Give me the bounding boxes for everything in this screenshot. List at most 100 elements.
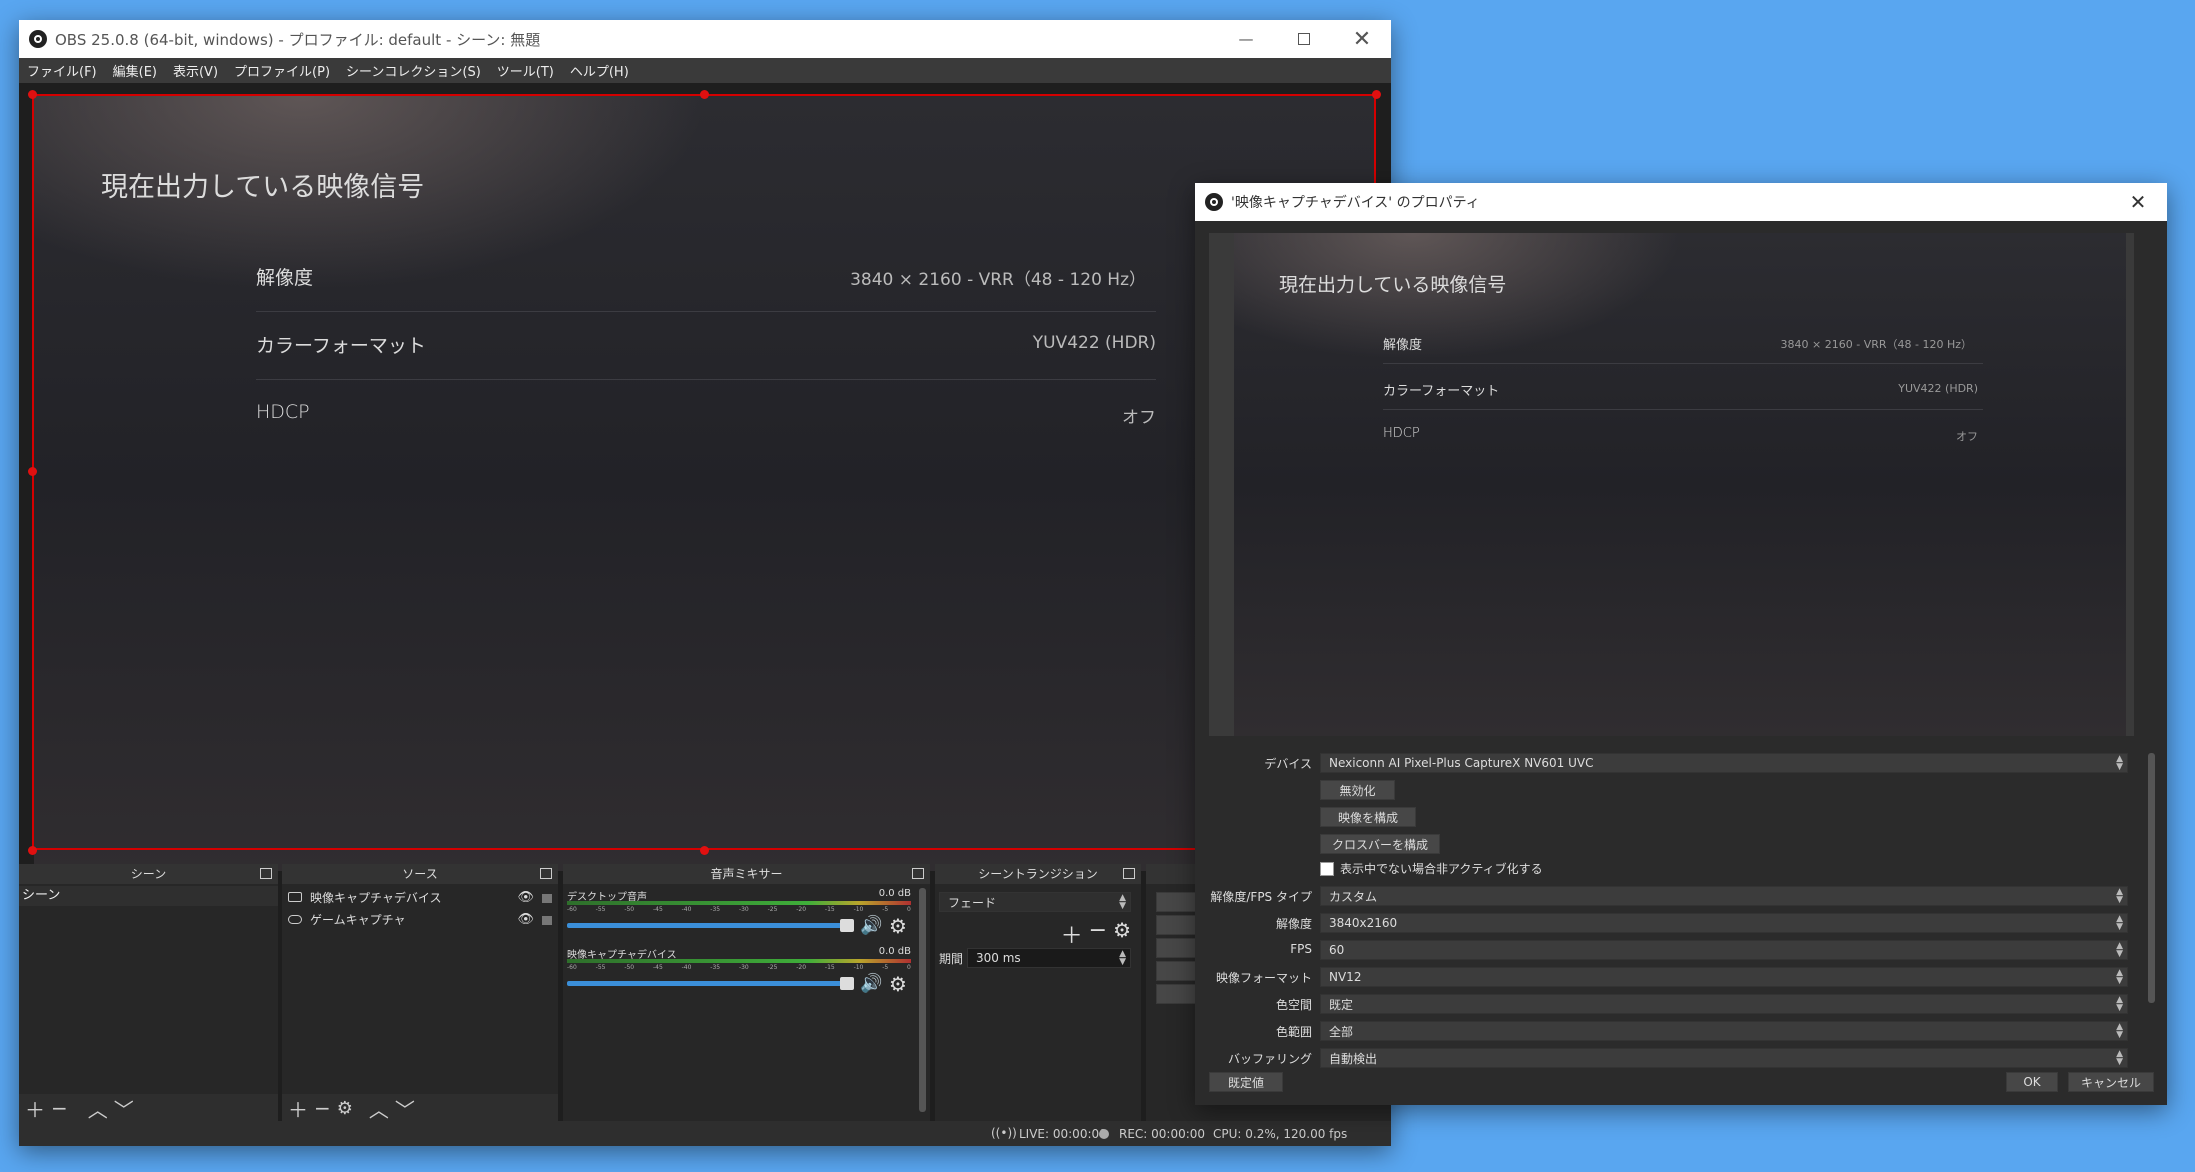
float-dock-icon[interactable] bbox=[540, 868, 552, 879]
source-selection-box[interactable] bbox=[32, 94, 1376, 850]
channel-gear-icon[interactable]: ⚙ bbox=[889, 972, 907, 996]
deactivate-when-hidden-checkbox[interactable]: 表示中でない場合非アクティブ化する bbox=[1320, 860, 1543, 877]
field-select[interactable]: 全部 ▲ ▼ bbox=[1320, 1021, 2128, 1041]
properties-preview: 現在出力している映像信号 解像度 3840 × 2160 - VRR（48 - … bbox=[1234, 233, 2126, 736]
remove-transition-icon[interactable]: − bbox=[1089, 918, 1107, 950]
scale-tick: -20 bbox=[796, 906, 807, 913]
chevron-updown-icon: ▲ ▼ bbox=[1119, 949, 1126, 967]
field-select[interactable]: 自動検出 ▲ ▼ bbox=[1320, 1048, 2128, 1068]
live-status: LIVE: 00:00:00 bbox=[1019, 1127, 1107, 1141]
mixer-scrollbar[interactable] bbox=[919, 888, 926, 1112]
properties-titlebar[interactable]: '映像キャプチャデバイス' のプロパティ ✕ bbox=[1195, 183, 2167, 221]
scale-tick: -20 bbox=[796, 964, 807, 971]
preview-row-value: オフ bbox=[1956, 430, 1978, 443]
defaults-button[interactable]: 既定値 bbox=[1209, 1072, 1283, 1092]
add-transition-icon[interactable]: ＋ bbox=[1061, 918, 1083, 950]
preview-row-value: YUV422 (HDR) bbox=[1898, 382, 1978, 395]
resize-handle[interactable] bbox=[28, 90, 37, 99]
properties-scrollbar[interactable] bbox=[2148, 753, 2155, 1003]
float-dock-icon[interactable] bbox=[260, 868, 272, 879]
field-select[interactable]: NV12 ▲ ▼ bbox=[1320, 967, 2128, 987]
obs-logo-icon bbox=[29, 30, 47, 48]
lock-icon[interactable] bbox=[542, 916, 552, 925]
scale-tick: -45 bbox=[652, 906, 663, 913]
menu-item[interactable]: 表示(V) bbox=[165, 61, 226, 80]
speaker-icon[interactable]: 🔊 bbox=[860, 973, 882, 994]
channel-gear-icon[interactable]: ⚙ bbox=[889, 914, 907, 938]
resize-handle[interactable] bbox=[700, 846, 709, 855]
visibility-eye-icon[interactable]: 👁 bbox=[517, 912, 534, 927]
ok-button[interactable]: OK bbox=[2006, 1072, 2058, 1092]
gamepad-icon bbox=[288, 914, 302, 924]
chevron-updown-icon: ▲ ▼ bbox=[2116, 754, 2123, 772]
scene-list-item[interactable]: シーン bbox=[19, 886, 278, 906]
field-select[interactable]: カスタム ▲ ▼ bbox=[1320, 886, 2128, 906]
obs-titlebar[interactable]: OBS 25.0.8 (64-bit, windows) - プロファイル: d… bbox=[19, 20, 1391, 58]
float-dock-icon[interactable] bbox=[912, 868, 924, 879]
float-dock-icon[interactable] bbox=[1123, 868, 1135, 879]
checkbox-box[interactable] bbox=[1320, 861, 1334, 876]
configure-crossbar-button[interactable]: クロスバーを構成 bbox=[1320, 834, 1440, 854]
deactivate-button[interactable]: 無効化 bbox=[1320, 780, 1395, 800]
remove-scene-icon[interactable]: − bbox=[51, 1096, 68, 1120]
transition-select[interactable]: フェード ▲ ▼ bbox=[939, 892, 1131, 912]
menu-item[interactable]: シーンコレクション(S) bbox=[338, 61, 489, 80]
move-down-icon[interactable]: ﹀ bbox=[114, 1094, 134, 1123]
properties-title: '映像キャプチャデバイス' のプロパティ bbox=[1231, 195, 1480, 211]
field-label: 色範囲 bbox=[1275, 1025, 1312, 1039]
source-item[interactable]: ゲームキャプチャ 👁 bbox=[284, 908, 556, 930]
minimize-button[interactable]: — bbox=[1217, 20, 1275, 58]
volume-slider[interactable] bbox=[567, 919, 854, 932]
scale-tick: -15 bbox=[824, 964, 835, 971]
duration-spinbox[interactable]: 300 ms ▲ ▼ bbox=[967, 948, 1131, 968]
chevron-updown-icon: ▲ ▼ bbox=[2116, 887, 2123, 905]
scenes-dock-header: シーン bbox=[19, 864, 278, 884]
menu-item[interactable]: ツール(T) bbox=[489, 61, 562, 80]
field-label: 解像度/FPS タイプ bbox=[1210, 890, 1312, 904]
menu-item[interactable]: ファイル(F) bbox=[19, 61, 105, 80]
move-down-icon[interactable]: ﹀ bbox=[395, 1094, 415, 1123]
scenes-toolbar: ＋ − ︿ ﹀ bbox=[19, 1094, 278, 1122]
sources-toolbar: ＋ − ⚙ ︿ ﹀ bbox=[282, 1094, 558, 1122]
resize-handle[interactable] bbox=[1372, 90, 1381, 99]
menu-item[interactable]: プロファイル(P) bbox=[226, 61, 338, 80]
broadcast-icon: ((•)) bbox=[991, 1126, 1017, 1140]
add-scene-icon[interactable]: ＋ bbox=[25, 1094, 45, 1123]
slider-handle[interactable] bbox=[840, 977, 854, 990]
transitions-dock-header: シーントランジション bbox=[935, 864, 1141, 884]
channel-db: 0.0 dB bbox=[878, 888, 911, 899]
menu-item[interactable]: 編集(E) bbox=[105, 61, 165, 80]
maximize-button[interactable] bbox=[1275, 20, 1333, 58]
close-button[interactable]: ✕ bbox=[2109, 183, 2167, 221]
slider-handle[interactable] bbox=[840, 919, 854, 932]
field-select[interactable]: 3840x2160 ▲ ▼ bbox=[1320, 913, 2128, 933]
visibility-eye-icon[interactable]: 👁 bbox=[517, 890, 534, 905]
menu-item[interactable]: ヘルプ(H) bbox=[562, 61, 637, 80]
sources-dock-header: ソース bbox=[282, 864, 558, 884]
field-select[interactable]: 60 ▲ ▼ bbox=[1320, 940, 2128, 960]
scale-tick: -30 bbox=[738, 964, 749, 971]
remove-source-icon[interactable]: − bbox=[314, 1096, 331, 1120]
cancel-button[interactable]: キャンセル bbox=[2068, 1072, 2154, 1092]
lock-icon[interactable] bbox=[542, 894, 552, 903]
channel-db: 0.0 dB bbox=[878, 946, 911, 957]
device-select[interactable]: Nexiconn AI Pixel-Plus CaptureX NV601 UV… bbox=[1320, 753, 2128, 773]
source-item[interactable]: 映像キャプチャデバイス 👁 bbox=[284, 886, 556, 908]
source-properties-gear-icon[interactable]: ⚙ bbox=[337, 1098, 353, 1119]
field-select[interactable]: 既定 ▲ ▼ bbox=[1320, 994, 2128, 1014]
obs-status-bar: ((•)) LIVE: 00:00:00 REC: 00:00:00 CPU: … bbox=[19, 1121, 1391, 1146]
volume-slider[interactable] bbox=[567, 977, 854, 990]
speaker-icon[interactable]: 🔊 bbox=[860, 915, 882, 936]
add-source-icon[interactable]: ＋ bbox=[288, 1094, 308, 1123]
resize-handle[interactable] bbox=[700, 90, 709, 99]
chevron-updown-icon: ▲ ▼ bbox=[2116, 914, 2123, 932]
transition-gear-icon[interactable]: ⚙ bbox=[1113, 918, 1131, 950]
move-up-icon[interactable]: ︿ bbox=[88, 1094, 108, 1123]
move-up-icon[interactable]: ︿ bbox=[369, 1094, 389, 1123]
resize-handle[interactable] bbox=[28, 846, 37, 855]
configure-video-button[interactable]: 映像を構成 bbox=[1320, 807, 1416, 827]
scale-tick: 0 bbox=[907, 906, 911, 913]
close-button[interactable]: ✕ bbox=[1333, 20, 1391, 58]
field-label: 映像フォーマット bbox=[1215, 971, 1312, 985]
resize-handle[interactable] bbox=[28, 467, 37, 476]
